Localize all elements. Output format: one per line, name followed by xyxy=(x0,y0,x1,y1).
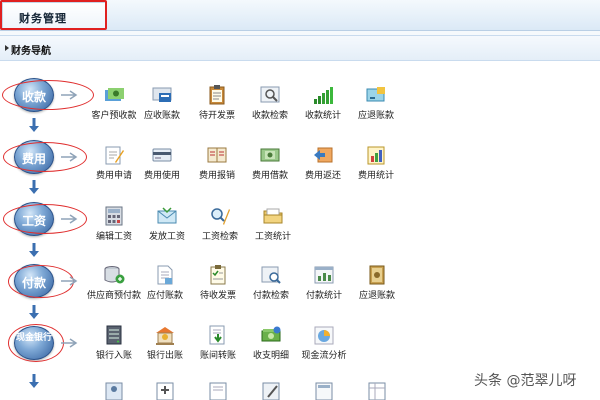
book-icon xyxy=(369,265,385,285)
section-title: 财务导航 xyxy=(11,46,51,57)
right-arrow-icon xyxy=(61,276,78,286)
item-partial-3[interactable] xyxy=(191,380,245,400)
refund-icon xyxy=(366,87,385,102)
item-pay-salary[interactable]: 发放工资 xyxy=(140,205,194,242)
right-arrow-icon xyxy=(61,338,78,348)
clipboard-icon xyxy=(209,85,225,105)
tab-label: 财务管理 xyxy=(19,12,67,25)
banknote-icon xyxy=(260,148,280,162)
right-arrow-icon xyxy=(61,214,78,224)
item-expense-statistics[interactable]: 费用统计 xyxy=(349,144,403,181)
expand-arrow-icon xyxy=(5,45,9,51)
item-bank-deposit[interactable]: 银行入账 xyxy=(87,324,141,361)
category-label: 工资 xyxy=(21,214,46,228)
down-arrow-icon xyxy=(29,305,39,319)
money-stack-icon xyxy=(261,326,281,342)
right-arrow-icon xyxy=(61,90,78,100)
category-label: 付款 xyxy=(21,276,46,290)
chart-report-icon xyxy=(367,146,385,165)
receivable-icon xyxy=(152,87,172,102)
edit-icon xyxy=(262,382,280,400)
folder-icon xyxy=(263,208,283,224)
calculator-icon xyxy=(105,206,123,226)
user-card-icon xyxy=(105,382,123,400)
search-icon xyxy=(260,86,280,103)
category-expenses[interactable]: 费用 xyxy=(14,140,54,174)
bank-building-icon xyxy=(156,327,174,345)
database-money-icon xyxy=(104,266,125,284)
item-cash-flow-analysis[interactable]: 现金流分析 xyxy=(297,324,351,361)
down-arrow-icon xyxy=(29,118,39,132)
right-arrow-icon xyxy=(61,152,78,162)
item-accounts-payable[interactable]: 应付账款 xyxy=(138,264,192,301)
category-label: 费用 xyxy=(21,152,46,166)
report-icon xyxy=(314,266,334,284)
item-partial-1[interactable] xyxy=(87,380,141,400)
checklist-icon xyxy=(210,265,226,285)
list-document-icon xyxy=(209,382,227,400)
down-arrow-icon xyxy=(29,243,39,257)
ledger-icon xyxy=(207,147,227,163)
add-document-icon xyxy=(156,382,174,400)
pie-chart-icon xyxy=(314,326,334,345)
item-accounts-receivable[interactable]: 应收账款 xyxy=(135,84,189,121)
search-icon xyxy=(261,266,281,284)
category-salary[interactable]: 工资 xyxy=(14,202,54,236)
item-income-expense-detail[interactable]: 收支明细 xyxy=(244,324,298,361)
category-label: 收款 xyxy=(21,90,46,104)
item-supplier-prepayment[interactable]: 供应商预付款 xyxy=(87,264,141,301)
item-payment-search[interactable]: 付款检索 xyxy=(244,264,298,301)
envelope-icon xyxy=(157,207,177,224)
item-partial-4[interactable] xyxy=(244,380,298,400)
category-payments[interactable]: 付款 xyxy=(14,264,54,298)
category-receipts[interactable]: 收款 xyxy=(14,78,54,112)
return-icon xyxy=(314,147,333,163)
item-expense-application[interactable]: 费用申请 xyxy=(87,144,141,181)
category-label: 现金银行 xyxy=(15,333,52,343)
item-receipt-search[interactable]: 收款检索 xyxy=(243,84,297,121)
prepayment-icon xyxy=(105,88,124,101)
down-arrow-icon xyxy=(29,374,39,388)
item-expense-reimbursement[interactable]: 费用报销 xyxy=(190,144,244,181)
item-partial-5[interactable] xyxy=(297,380,351,400)
report-icon xyxy=(315,382,333,400)
down-arrow-icon xyxy=(29,180,39,194)
item-partial-6[interactable] xyxy=(350,380,404,400)
watermark-text: 头条 @范翠儿呀 xyxy=(474,373,577,389)
item-salary-search[interactable]: 工资检索 xyxy=(193,205,247,242)
item-expense-loan[interactable]: 费用借款 xyxy=(243,144,297,181)
top-tab-bar: 财务管理 xyxy=(0,0,600,31)
item-refund-receivable[interactable]: 应退账款 xyxy=(350,264,404,301)
item-account-transfer[interactable]: 账间转账 xyxy=(191,324,245,361)
item-salary-statistics[interactable]: 工资统计 xyxy=(246,205,300,242)
section-header[interactable]: 财务导航 xyxy=(0,35,600,61)
edit-document-icon xyxy=(105,146,124,165)
transfer-icon xyxy=(209,325,225,345)
tab-finance-management[interactable]: 财务管理 xyxy=(2,2,106,29)
item-customer-prepayment[interactable]: 客户预收款 xyxy=(87,84,141,121)
table-icon xyxy=(368,382,386,400)
bar-chart-icon xyxy=(314,87,333,104)
item-bank-withdrawal[interactable]: 银行出账 xyxy=(138,324,192,361)
category-cash-bank[interactable]: 现金银行 xyxy=(14,326,54,360)
item-partial-2[interactable] xyxy=(138,380,192,400)
document-icon xyxy=(157,265,173,285)
server-icon xyxy=(106,325,122,345)
item-receipt-statistics[interactable]: 收款统计 xyxy=(296,84,350,121)
item-expense-usage[interactable]: 费用使用 xyxy=(135,144,189,181)
item-invoice-to-receive[interactable]: 待收发票 xyxy=(191,264,245,301)
item-expense-return[interactable]: 费用返还 xyxy=(296,144,350,181)
item-refund-payable[interactable]: 应退账款 xyxy=(349,84,403,121)
item-edit-salary[interactable]: 编辑工资 xyxy=(87,205,141,242)
magnifier-pencil-icon xyxy=(211,208,230,225)
item-payment-statistics[interactable]: 付款统计 xyxy=(297,264,351,301)
card-icon xyxy=(152,148,172,162)
item-pending-invoice[interactable]: 待开发票 xyxy=(190,84,244,121)
